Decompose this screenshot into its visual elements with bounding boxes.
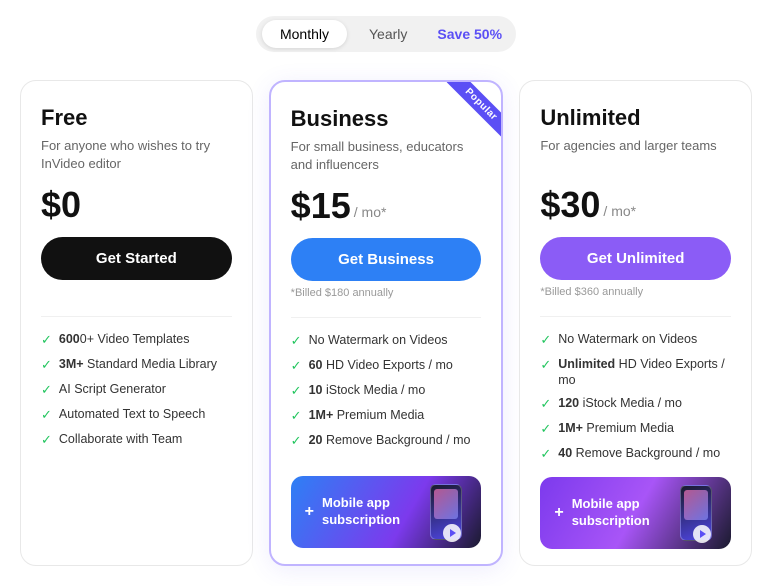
play-button (693, 525, 711, 543)
check-icon: ✓ (41, 357, 52, 374)
popular-ribbon: Popular (433, 82, 501, 150)
billing-toggle: Monthly Yearly Save 50% (256, 16, 516, 52)
list-item: ✓ 60 HD Video Exports / mo (291, 357, 482, 375)
check-icon: ✓ (41, 332, 52, 349)
list-item: ✓ 10 iStock Media / mo (291, 382, 482, 400)
check-icon: ✓ (291, 358, 302, 375)
unlimited-card-title: Unlimited (540, 105, 731, 131)
check-icon: ✓ (540, 396, 551, 413)
popular-label: Popular (447, 82, 501, 139)
list-item: ✓ Automated Text to Speech (41, 406, 232, 424)
business-price-period: / mo* (354, 204, 387, 220)
list-item: ✓ 6000+ Video Templates (41, 331, 232, 349)
check-icon: ✓ (291, 333, 302, 350)
business-price-amount: $15 (291, 188, 351, 224)
business-mobile-banner[interactable]: + Mobile appsubscription (291, 476, 482, 548)
free-card-title: Free (41, 105, 232, 131)
free-card-desc: For anyone who wishes to try InVideo edi… (41, 137, 232, 173)
free-divider (41, 316, 232, 317)
unlimited-card-desc: For agencies and larger teams (540, 137, 731, 173)
list-item: ✓ 40 Remove Background / mo (540, 445, 731, 463)
yearly-toggle-btn[interactable]: Yearly (351, 20, 425, 48)
free-cta-button[interactable]: Get Started (41, 237, 232, 280)
check-icon: ✓ (41, 407, 52, 424)
list-item: ✓ 1M+ Premium Media (540, 420, 731, 438)
business-features-list: ✓ No Watermark on Videos ✓ 60 HD Video E… (291, 332, 482, 462)
unlimited-price-amount: $30 (540, 187, 600, 223)
list-item: ✓ 3M+ Standard Media Library (41, 356, 232, 374)
pricing-cards: Free For anyone who wishes to try InVide… (20, 80, 752, 566)
check-icon: ✓ (291, 433, 302, 450)
list-item: ✓ Collaborate with Team (41, 431, 232, 449)
check-icon: ✓ (540, 332, 551, 349)
plus-icon: + (554, 504, 563, 522)
check-icon: ✓ (41, 432, 52, 449)
business-billing-note: *Billed $180 annually (291, 287, 482, 303)
check-icon: ✓ (291, 408, 302, 425)
business-divider (291, 317, 482, 318)
list-item: ✓ AI Script Generator (41, 381, 232, 399)
business-card: Popular Business For small business, edu… (269, 80, 504, 566)
unlimited-card: Unlimited For agencies and larger teams … (519, 80, 752, 566)
list-item: ✓ No Watermark on Videos (291, 332, 482, 350)
save-badge: Save 50% (429, 20, 510, 48)
check-icon: ✓ (41, 382, 52, 399)
check-icon: ✓ (540, 357, 551, 374)
list-item: ✓ 1M+ Premium Media (291, 407, 482, 425)
phone-image (418, 476, 473, 548)
play-icon (450, 529, 456, 537)
play-icon (700, 530, 706, 538)
free-card: Free For anyone who wishes to try InVide… (20, 80, 253, 566)
check-icon: ✓ (540, 446, 551, 463)
list-item: ✓ 120 iStock Media / mo (540, 395, 731, 413)
business-card-price: $15 / mo* (291, 188, 482, 224)
list-item: ✓ No Watermark on Videos (540, 331, 731, 349)
list-item: ✓ 20 Remove Background / mo (291, 432, 482, 450)
free-price-amount: $0 (41, 187, 81, 223)
monthly-toggle-btn[interactable]: Monthly (262, 20, 347, 48)
free-card-price: $0 (41, 187, 232, 223)
list-item: ✓ Unlimited HD Video Exports / mo (540, 356, 731, 389)
check-icon: ✓ (540, 421, 551, 438)
free-features-list: ✓ 6000+ Video Templates ✓ 3M+ Standard M… (41, 331, 232, 549)
unlimited-cta-button[interactable]: Get Unlimited (540, 237, 731, 280)
unlimited-price-period: / mo* (603, 203, 636, 219)
unlimited-billing-note: *Billed $360 annually (540, 286, 731, 302)
unlimited-mobile-banner[interactable]: + Mobile appsubscription (540, 477, 731, 549)
unlimited-divider (540, 316, 731, 317)
plus-icon: + (305, 503, 314, 521)
phone-image (668, 477, 723, 549)
free-billing-note (41, 286, 232, 302)
unlimited-features-list: ✓ No Watermark on Videos ✓ Unlimited HD … (540, 331, 731, 463)
business-cta-button[interactable]: Get Business (291, 238, 482, 281)
unlimited-card-price: $30 / mo* (540, 187, 731, 223)
check-icon: ✓ (291, 383, 302, 400)
